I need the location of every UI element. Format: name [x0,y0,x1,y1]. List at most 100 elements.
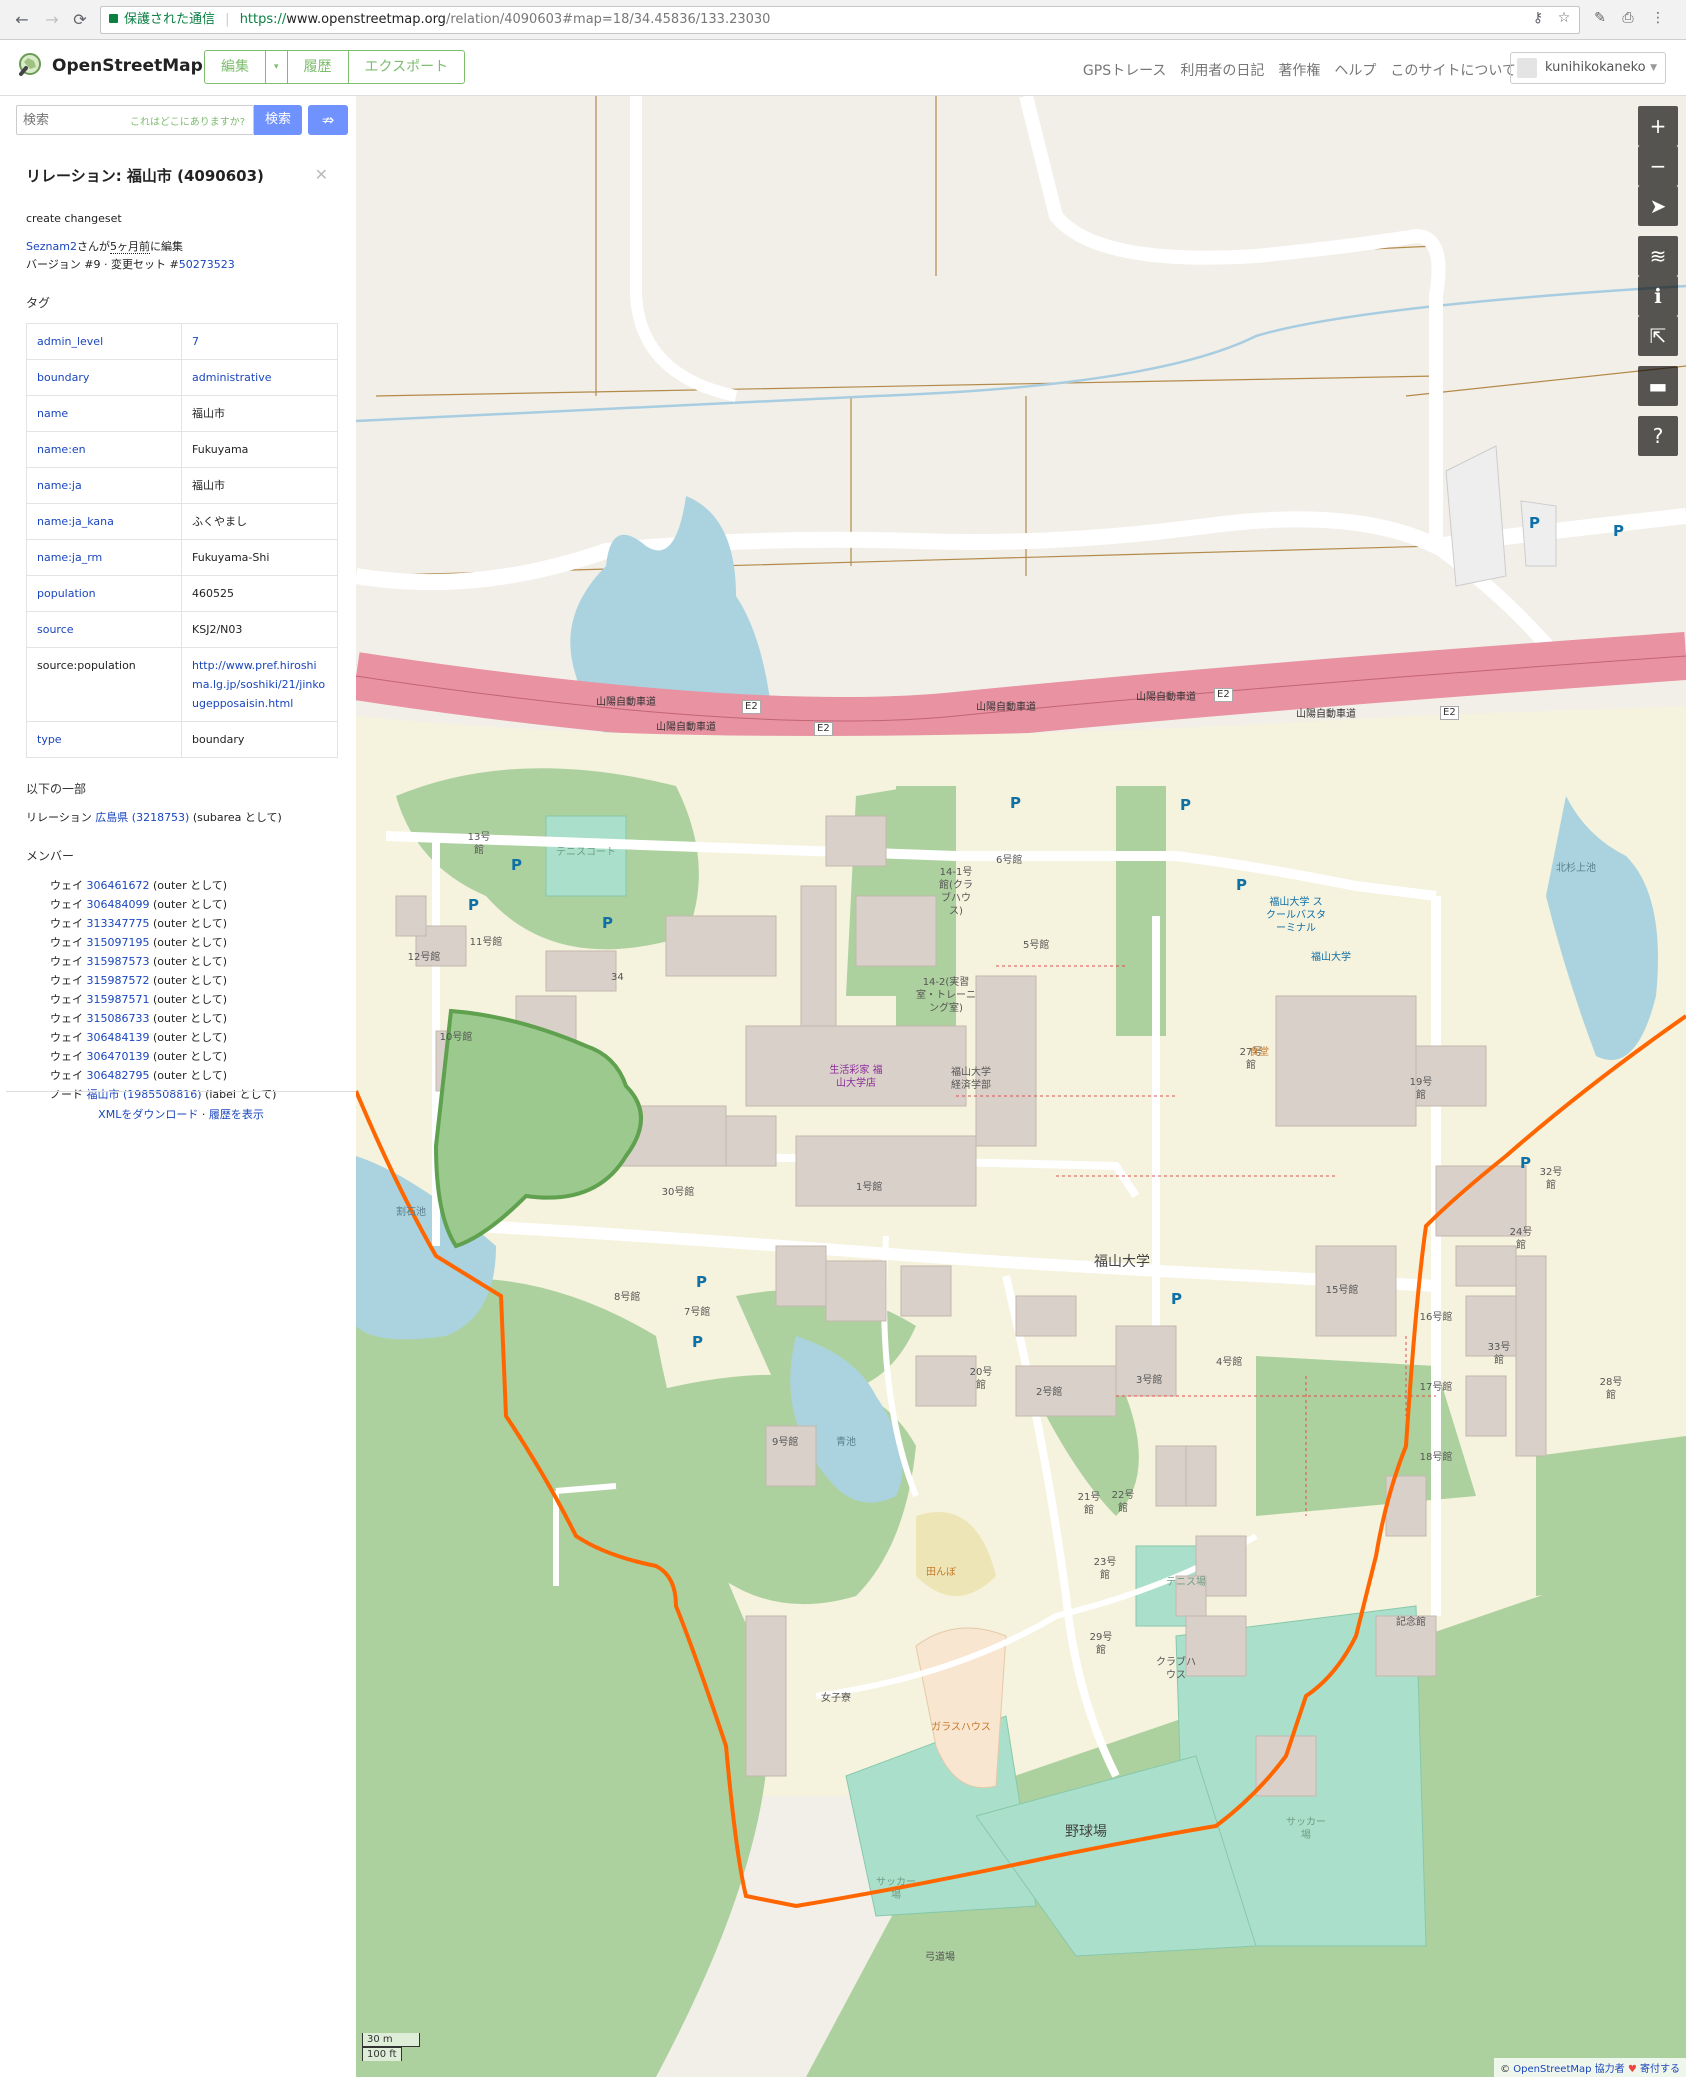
list-item: ウェイ 306482795 (outer として) [50,1066,336,1085]
tag-key[interactable]: name [26,395,182,432]
tag-row: name 福山市 [26,395,338,432]
building-label: 24号館 [1509,1227,1533,1251]
building-label: 5号館 [1023,940,1050,951]
member-role: (outer として) [149,936,228,949]
header-tabs: 編集 ▾ 履歴 エクスポート [204,50,466,84]
list-item: ウェイ 306470139 (outer として) [50,1047,336,1066]
tag-value: ふくやまし [181,503,338,540]
expressway-label: 山陽自動車道 [1136,692,1196,703]
menu-icon[interactable]: ⋮ [1648,10,1668,26]
building-label: 3号館 [1136,1375,1163,1386]
member-link[interactable]: 315097195 [87,936,150,949]
query-icon[interactable]: ? [1638,416,1678,456]
pond-label: 青池 [836,1437,856,1448]
tag-value[interactable]: http://www.pref.hiroshima.lg.jp/soshiki/… [181,647,338,722]
pdf-icon[interactable]: ⎙ [1618,10,1638,26]
tag-key[interactable]: population [26,575,182,612]
tag-value[interactable]: administrative [181,359,338,396]
nav-about[interactable]: このサイトについて [1390,60,1516,80]
tag-row: admin_level 7 [26,323,338,360]
member-type: ウェイ [50,1050,87,1063]
tag-key[interactable]: type [26,721,182,758]
part-of-prefix: リレーション [26,811,96,824]
version-text: バージョン #9 · 変更セット # [26,258,179,271]
member-link[interactable]: 315086733 [87,1012,150,1025]
tag-key[interactable]: admin_level [26,323,182,360]
version-info: バージョン #9 · 変更セット #50273523 [26,256,336,274]
geolocate-icon[interactable]: ➤ [1638,186,1678,226]
member-type: ウェイ [50,1031,87,1044]
tag-value: boundary [181,721,338,758]
address-bar[interactable]: 保護された通信 | https://www.openstreetmap.org/… [100,6,1580,34]
member-link[interactable]: 315987573 [87,955,150,968]
share-icon[interactable]: ⇱ [1638,316,1678,356]
expressway-label: 山陽自動車道 [1296,709,1356,720]
nav-copyright[interactable]: 著作権 [1278,60,1320,80]
member-link[interactable]: 315987572 [87,974,150,987]
tag-key[interactable]: name:ja_kana [26,503,182,540]
parking-icon: P [1180,796,1191,814]
member-role: (outer として) [149,993,228,1006]
tag-key[interactable]: name:ja_rm [26,539,182,576]
key-icon[interactable]: ⚷ [1528,10,1548,26]
tab-edit[interactable]: 編集 [205,51,266,83]
changeset-link[interactable]: 50273523 [179,258,235,271]
parking-icon: P [1171,1290,1182,1308]
layers-icon[interactable]: ≋ [1638,236,1678,276]
directions-icon[interactable]: ⇏ [308,105,348,135]
e2-shield: E2 [814,722,833,736]
nav-help[interactable]: ヘルプ [1334,60,1376,80]
contributors-link[interactable]: 協力者 [1591,2064,1625,2075]
info-icon[interactable]: ℹ [1638,276,1678,316]
member-link[interactable]: 306484139 [87,1031,150,1044]
member-link[interactable]: 313347775 [87,917,150,930]
member-link[interactable]: 306482795 [87,1069,150,1082]
tab-history[interactable]: 履歴 [288,51,349,83]
download-xml-link[interactable]: XMLをダウンロード [98,1108,198,1121]
donate-link[interactable]: 寄付する [1640,2064,1680,2075]
member-link[interactable]: 306461672 [87,879,150,892]
tag-key[interactable]: name:en [26,431,182,468]
tag-row: name:ja_kana ふくやまし [26,503,338,540]
map-canvas[interactable]: 山陽自動車道 山陽自動車道 山陽自動車道 山陽自動車道 山陽自動車道 E2 E2… [356,96,1686,2077]
osm-logo-icon[interactable] [16,52,44,80]
tag-key[interactable]: name:ja [26,467,182,504]
member-link[interactable]: 306470139 [87,1050,150,1063]
tag-key[interactable]: boundary [26,359,182,396]
building-label: 32号館 [1539,1167,1563,1191]
nav-diaries[interactable]: 利用者の日記 [1180,60,1264,80]
member-type: ウェイ [50,1069,87,1082]
building-label: 15号館 [1325,1285,1359,1296]
osm-link[interactable]: OpenStreetMap [1513,2064,1591,2075]
user-menu[interactable]: kunihikokaneko ▼ [1510,52,1666,84]
nav-gps-traces[interactable]: GPSトレース [1083,60,1166,80]
parking-icon: P [468,896,479,914]
editor-link[interactable]: Seznam2 [26,240,77,253]
edit-info: Seznam2さんが5ヶ月前に編集 [26,238,336,256]
member-link[interactable]: 315987571 [87,993,150,1006]
view-history-link[interactable]: 履歴を表示 [209,1108,264,1121]
wood-area [1536,1436,1686,1596]
edit-dropdown-icon[interactable]: ▾ [266,51,288,83]
parking-icon: P [511,856,522,874]
reload-icon[interactable]: ⟳ [70,10,90,30]
search-button[interactable]: 検索 [254,105,302,135]
building-label: 6号館 [996,855,1023,866]
close-icon[interactable]: ✕ [315,165,328,184]
zoom-out-icon[interactable]: − [1638,146,1678,186]
extension-icon[interactable]: ✎ [1590,10,1610,26]
site-name[interactable]: OpenStreetMap [52,56,203,76]
where-is-this-link[interactable]: これはどこにありますか? [130,113,245,128]
scale-imperial: 100 ft [362,2047,402,2061]
zoom-in-icon[interactable]: + [1638,106,1678,146]
tag-key[interactable]: source [26,611,182,648]
parent-relation-link[interactable]: 広島県 (3218753) [95,811,189,824]
building-label: 1号館 [856,1182,883,1193]
back-icon[interactable]: ← [12,10,32,30]
tag-value[interactable]: 7 [181,323,338,360]
tab-export[interactable]: エクスポート [349,51,465,83]
member-link[interactable]: 306484099 [87,898,150,911]
star-icon[interactable]: ☆ [1554,10,1574,26]
forward-icon[interactable]: → [42,10,62,30]
note-icon[interactable]: ▬ [1638,366,1678,406]
